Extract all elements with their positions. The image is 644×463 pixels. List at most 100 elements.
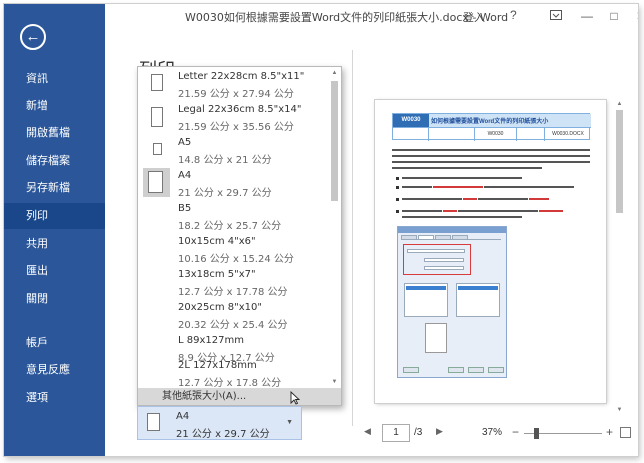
shot-list [404, 283, 448, 317]
nav-item-account[interactable]: 帳戶 [4, 330, 105, 356]
zoom-slider-thumb[interactable] [534, 428, 539, 439]
doc-text-line [402, 177, 522, 179]
paper-size-name: B5 [178, 203, 192, 214]
title-bar: W0030如何根據需要設置Word文件的列印紙張大小.docx - Word 登… [105, 4, 638, 28]
minimize-icon[interactable]: — [575, 6, 599, 26]
paper-size-option[interactable]: B5 18.2 公分 x 25.7 公分 [138, 200, 328, 234]
doc-header-table: W0030 如何根據需要設置Word文件的列印紙張大小 W0030 W0030.… [392, 113, 591, 141]
nav-item-close[interactable]: 關閉 [4, 286, 105, 312]
scroll-up-icon[interactable]: ▲ [330, 69, 339, 78]
paper-size-name: L 89x127mm [178, 335, 244, 346]
paper-size-dims: 18.2 公分 x 25.7 公分 [178, 221, 282, 232]
paper-icon [147, 413, 160, 431]
doc-title: 如何根據需要設置Word文件的列印紙張大小 [431, 119, 549, 125]
doc-text-line [478, 198, 528, 200]
nav-item-new[interactable]: 新增 [4, 93, 105, 119]
shot-tab [435, 235, 451, 240]
scroll-down-icon[interactable]: ▼ [330, 378, 339, 387]
nav-item-export[interactable]: 匯出 [4, 258, 105, 284]
more-paper-sizes-button[interactable]: 其他紙張大小(A)... [138, 388, 341, 405]
paper-size-option[interactable]: A5 14.8 公分 x 21 公分 [138, 134, 328, 168]
shot-titlebar [398, 227, 506, 233]
paper-size-option[interactable]: 20x25cm 8"x10" 20.32 公分 x 25.4 公分 [138, 299, 328, 333]
paper-size-combo[interactable]: A4 21 公分 x 29.7 公分 ▼ [137, 406, 302, 440]
paper-size-dims: 21.59 公分 x 35.56 公分 [178, 122, 294, 133]
nav-item-print[interactable]: 列印 [4, 203, 105, 229]
close-icon[interactable]: ✕ [629, 6, 638, 26]
zoom-in-icon[interactable]: + [606, 425, 613, 439]
doc-cell [429, 128, 475, 141]
back-arrow-icon[interactable]: ← [20, 24, 46, 50]
page-number-input[interactable]: 1 [382, 424, 410, 442]
scroll-thumb[interactable] [331, 81, 338, 201]
paper-size-dropdown: Letter 22x28cm 8.5"x11" 21.59 公分 x 27.94… [137, 66, 342, 406]
paper-size-name: A4 [176, 411, 190, 422]
previous-page-icon[interactable]: ◀ [364, 426, 371, 437]
scroll-thumb[interactable] [616, 110, 623, 213]
scroll-down-icon[interactable]: ▼ [615, 406, 624, 415]
doc-bullet [396, 210, 399, 213]
doc-cell [517, 128, 545, 141]
paper-size-dims: 21 公分 x 29.7 公分 [176, 429, 270, 440]
window-title: W0030如何根據需要設置Word文件的列印紙張大小.docx - Word [185, 11, 509, 24]
paper-size-option-selected[interactable]: A4 21 公分 x 29.7 公分 [138, 167, 328, 201]
dropdown-scrollbar[interactable]: ▲ ▼ [330, 69, 339, 387]
paper-size-name: 10x15cm 4"x6" [178, 236, 256, 247]
shot-button [403, 367, 419, 373]
scroll-up-icon[interactable]: ▲ [615, 100, 624, 109]
doc-text-line [402, 186, 432, 188]
paper-size-option[interactable]: Legal 22x36cm 8.5"x14" 21.59 公分 x 35.56 … [138, 101, 328, 135]
paper-icon [151, 74, 163, 91]
shot-tabs [401, 235, 501, 240]
backstage-nav: ← 資訊 新增 開啟舊檔 儲存檔案 另存新檔 列印 共用 匯出 關閉 帳戶 意見… [4, 4, 105, 456]
paper-size-dims: 14.8 公分 x 21 公分 [178, 155, 272, 166]
shot-preview [425, 323, 447, 353]
restore-icon[interactable]: □ [602, 6, 626, 26]
doc-text-line [402, 198, 462, 200]
doc-text-line [433, 186, 483, 188]
help-icon[interactable]: ? [510, 8, 517, 22]
doc-bullet [396, 198, 399, 201]
nav-item-options[interactable]: 選項 [4, 385, 105, 411]
nav-item-share[interactable]: 共用 [4, 231, 105, 257]
paper-size-option[interactable]: 13x18cm 5"x7" 12.7 公分 x 17.78 公分 [138, 266, 328, 300]
paper-size-option[interactable]: 2L 127x178mm 12.7 公分 x 17.8 公分 [138, 357, 328, 391]
doc-bullet [396, 186, 399, 189]
nav-item-info[interactable]: 資訊 [4, 66, 105, 92]
shot-list-selection [458, 286, 498, 290]
zoom-out-icon[interactable]: − [512, 425, 519, 439]
zoom-percent[interactable]: 37% [482, 427, 502, 438]
paper-size-option[interactable]: 10x15cm 4"x6" 10.16 公分 x 15.24 公分 [138, 233, 328, 267]
shot-field [407, 249, 465, 253]
doc-text-line [529, 198, 549, 200]
nav-item-save[interactable]: 儲存檔案 [4, 148, 105, 174]
doc-text-line [392, 155, 590, 157]
nav-item-save-as[interactable]: 另存新檔 [4, 175, 105, 201]
chevron-down-icon: ▼ [286, 419, 293, 426]
nav-item-feedback[interactable]: 意見反應 [4, 357, 105, 383]
shot-tab [452, 235, 468, 240]
paper-size-name: Letter 22x28cm 8.5"x11" [178, 71, 305, 82]
paper-size-dims: 10.16 公分 x 15.24 公分 [178, 254, 294, 265]
word-window: ← 資訊 新增 開啟舊檔 儲存檔案 另存新檔 列印 共用 匯出 關閉 帳戶 意見… [4, 4, 638, 456]
paper-size-dims: 12.7 公分 x 17.8 公分 [178, 378, 282, 389]
paper-size-name: Legal 22x36cm 8.5"x14" [178, 104, 302, 115]
nav-item-open[interactable]: 開啟舊檔 [4, 120, 105, 146]
more-paper-sizes-label: 其他紙張大小(A)... [162, 391, 247, 402]
ribbon-display-options-icon[interactable] [544, 6, 568, 26]
preview-scrollbar[interactable]: ▲ ▼ [615, 100, 624, 415]
print-preview-page: W0030 如何根據需要設置Word文件的列印紙張大小 W0030 W0030.… [375, 100, 606, 403]
sign-in-link[interactable]: 登入 [463, 9, 485, 25]
shot-button [488, 367, 504, 373]
shot-button [468, 367, 484, 373]
doc-text-line [392, 161, 590, 163]
zoom-to-page-icon[interactable] [620, 427, 631, 438]
paper-size-option[interactable]: Letter 22x28cm 8.5"x11" 21.59 公分 x 27.94… [138, 68, 328, 102]
paper-size-name: A5 [178, 137, 192, 148]
doc-row: W0030 W0030.DOCX [393, 127, 591, 141]
doc-text-line [402, 210, 442, 212]
next-page-icon[interactable]: ▶ [436, 426, 443, 437]
shot-button [448, 367, 464, 373]
doc-text-line [392, 167, 542, 169]
doc-text-line [463, 198, 477, 200]
